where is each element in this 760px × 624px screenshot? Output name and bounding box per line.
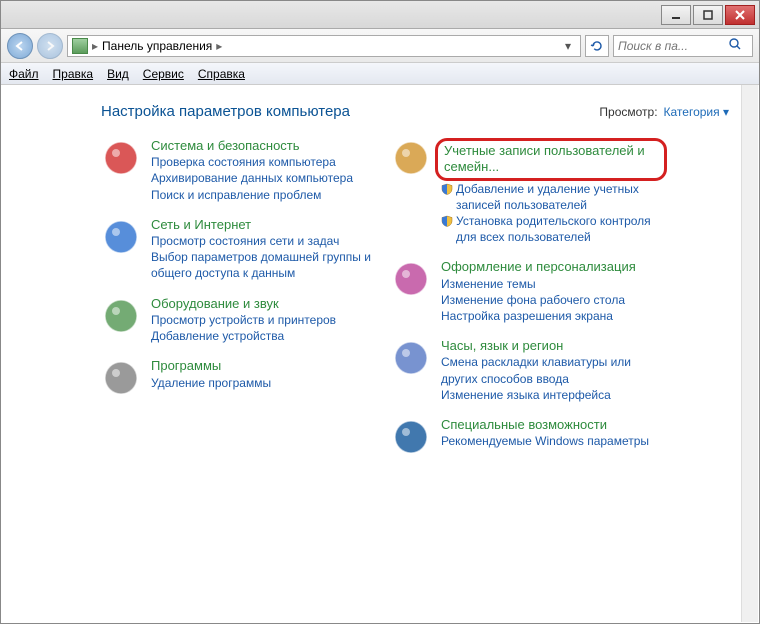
appearance-icon xyxy=(391,259,431,299)
sublink[interactable]: Архивирование данных компьютера xyxy=(151,170,371,186)
network-icon xyxy=(101,217,141,257)
sublink[interactable]: Рекомендуемые Windows параметры xyxy=(441,433,661,449)
category-title[interactable]: Система и безопасность xyxy=(151,138,371,154)
sublink[interactable]: Смена раскладки клавиатуры или других сп… xyxy=(441,354,661,386)
menu-help[interactable]: Справка xyxy=(198,67,245,81)
search-icon[interactable] xyxy=(728,37,742,54)
category-title[interactable]: Сеть и Интернет xyxy=(151,217,371,233)
scrollbar[interactable] xyxy=(741,85,758,622)
category-title[interactable]: Специальные возможности xyxy=(441,417,661,433)
forward-button[interactable] xyxy=(37,33,63,59)
titlebar xyxy=(1,1,759,29)
view-dropdown[interactable]: Категория ▾ xyxy=(664,105,729,119)
clock-icon xyxy=(391,338,431,378)
menu-tools[interactable]: Сервис xyxy=(143,67,184,81)
left-column: Система и безопасностьПроверка состояния… xyxy=(101,138,371,471)
sublink[interactable]: Изменение фона рабочего стола xyxy=(441,292,661,308)
page-title: Настройка параметров компьютера xyxy=(101,103,350,120)
highlighted-category: Учетные записи пользователей и семейн... xyxy=(435,138,667,181)
maximize-button[interactable] xyxy=(693,5,723,25)
search-input[interactable] xyxy=(618,39,728,53)
sublink[interactable]: Удаление программы xyxy=(151,375,371,391)
sublink[interactable]: Проверка состояния компьютера xyxy=(151,154,371,170)
sublink[interactable]: Добавление устройства xyxy=(151,328,371,344)
address-bar[interactable]: ▸ Панель управления ▸ ▾ xyxy=(67,35,581,57)
window: ▸ Панель управления ▸ ▾ Файл Правка Вид … xyxy=(0,0,760,624)
category-title[interactable]: Учетные записи пользователей и семейн... xyxy=(444,143,658,176)
category-block: Специальные возможностиРекомендуемые Win… xyxy=(391,417,661,457)
refresh-button[interactable] xyxy=(585,35,609,57)
sublink[interactable]: Добавление и удаление учетных записей по… xyxy=(441,181,661,213)
category-title[interactable]: Программы xyxy=(151,358,371,374)
security-icon xyxy=(101,138,141,178)
category-title[interactable]: Оборудование и звук xyxy=(151,296,371,312)
navbar: ▸ Панель управления ▸ ▾ xyxy=(1,29,759,63)
accessibility-icon xyxy=(391,417,431,457)
category-block: Учетные записи пользователей и семейн...… xyxy=(391,138,661,245)
category-title[interactable]: Оформление и персонализация xyxy=(441,259,661,275)
menubar: Файл Правка Вид Сервис Справка xyxy=(1,63,759,85)
minimize-button[interactable] xyxy=(661,5,691,25)
menu-view[interactable]: Вид xyxy=(107,67,129,81)
chevron-right-icon: ▸ xyxy=(92,39,98,53)
control-panel-icon xyxy=(72,38,88,54)
close-button[interactable] xyxy=(725,5,755,25)
back-button[interactable] xyxy=(7,33,33,59)
sublink[interactable]: Настройка разрешения экрана xyxy=(441,308,661,324)
chevron-right-icon: ▸ xyxy=(216,39,222,53)
sublink[interactable]: Изменение языка интерфейса xyxy=(441,387,661,403)
shield-icon xyxy=(441,183,453,195)
category-block: Оформление и персонализацияИзменение тем… xyxy=(391,259,661,324)
sublink[interactable]: Установка родительского контроля для все… xyxy=(441,213,661,245)
shield-icon xyxy=(441,215,453,227)
hardware-icon xyxy=(101,296,141,336)
breadcrumb[interactable]: Панель управления xyxy=(102,39,212,53)
sublink[interactable]: Просмотр состояния сети и задач xyxy=(151,233,371,249)
sublink[interactable]: Просмотр устройств и принтеров xyxy=(151,312,371,328)
menu-file[interactable]: Файл xyxy=(9,67,39,81)
users-icon xyxy=(391,138,431,178)
menu-edit[interactable]: Правка xyxy=(53,67,94,81)
content-area: Настройка параметров компьютера Просмотр… xyxy=(1,85,759,623)
category-title[interactable]: Часы, язык и регион xyxy=(441,338,661,354)
category-block: ПрограммыУдаление программы xyxy=(101,358,371,398)
view-selector: Просмотр: Категория ▾ xyxy=(599,105,729,119)
category-block: Сеть и ИнтернетПросмотр состояния сети и… xyxy=(101,217,371,282)
right-column: Учетные записи пользователей и семейн...… xyxy=(391,138,661,471)
category-block: Система и безопасностьПроверка состояния… xyxy=(101,138,371,203)
programs-icon xyxy=(101,358,141,398)
search-box[interactable] xyxy=(613,35,753,57)
sublink[interactable]: Поиск и исправление проблем xyxy=(151,187,371,203)
sublink[interactable]: Изменение темы xyxy=(441,276,661,292)
address-dropdown[interactable]: ▾ xyxy=(560,39,576,53)
category-block: Оборудование и звукПросмотр устройств и … xyxy=(101,296,371,345)
sublink[interactable]: Выбор параметров домашней группы и общег… xyxy=(151,249,371,281)
category-block: Часы, язык и регионСмена раскладки клави… xyxy=(391,338,661,403)
